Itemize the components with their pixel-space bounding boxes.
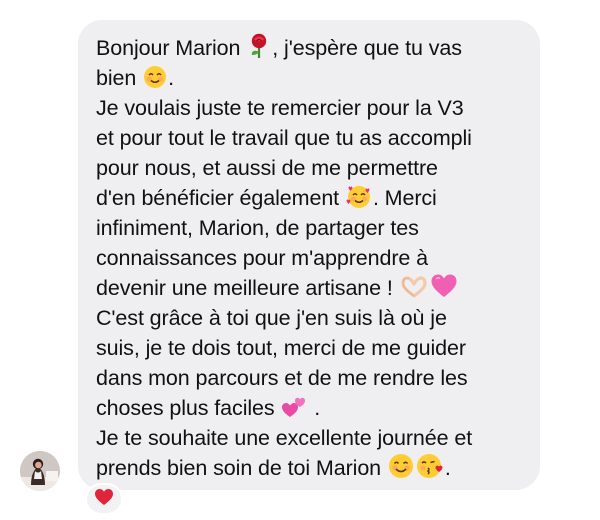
message-line: et pour tout le travail que tu as accomp… <box>96 126 472 150</box>
smiling-face-emoji <box>143 65 167 89</box>
message-line: infiniment, Marion, de partager tes <box>96 216 419 240</box>
message-text: d'en bénéficier également <box>96 186 345 210</box>
message-line: bien . <box>96 63 526 93</box>
face-blowing-kiss-emoji <box>416 453 444 479</box>
message-line: Bonjour Marion , j'espère que tu vas <box>96 33 526 63</box>
message-text: . Merci <box>372 186 437 210</box>
message-text: prends bien soin de toi Marion <box>96 456 387 480</box>
message-text: Bonjour Marion <box>96 36 247 60</box>
message-line: suis, je te dois tout, merci de me guide… <box>96 336 466 360</box>
message-line: devenir une meilleure artisane ! <box>96 273 526 303</box>
message-text: . <box>444 456 451 480</box>
smiling-face-with-hearts-emoji <box>346 185 372 209</box>
sender-avatar[interactable] <box>20 451 60 491</box>
message-line: prends bien soin de toi Marion . <box>96 453 526 483</box>
message-text: . <box>308 396 321 420</box>
heart-hands-emoji <box>400 275 428 299</box>
message-text: . <box>168 66 174 90</box>
message-text: devenir une meilleure artisane ! <box>96 276 399 300</box>
pink-heart-emoji <box>430 273 458 299</box>
message-line: pour nous, et aussi de me permettre <box>96 156 438 180</box>
red-heart-icon <box>94 488 114 511</box>
message-text: bien <box>96 66 143 90</box>
message-line: connaissances pour m'apprendre à <box>96 246 428 270</box>
smiling-face-emoji <box>388 453 414 479</box>
message-line: dans mon parcours et de me rendre les <box>96 366 468 390</box>
message-line: C'est grâce à toi que j'en suis là où je <box>96 306 447 330</box>
message-text: , j'espère que tu vas <box>272 36 462 60</box>
message-line: d'en bénéficier également . Merci <box>96 183 526 213</box>
heart-reaction[interactable] <box>87 485 121 513</box>
message-line: choses plus faciles . <box>96 393 526 423</box>
message-line: Je voulais juste te remercier pour la V3 <box>96 96 464 120</box>
messenger-conversation: Bonjour Marion , j'espère que tu vas bie… <box>0 0 600 520</box>
message-text: choses plus faciles <box>96 396 281 420</box>
message-bubble[interactable]: Bonjour Marion , j'espère que tu vas bie… <box>78 20 540 490</box>
rose-emoji <box>247 33 271 59</box>
message-line: Je te souhaite une excellente journée et <box>96 426 473 450</box>
two-hearts-emoji <box>281 395 307 419</box>
